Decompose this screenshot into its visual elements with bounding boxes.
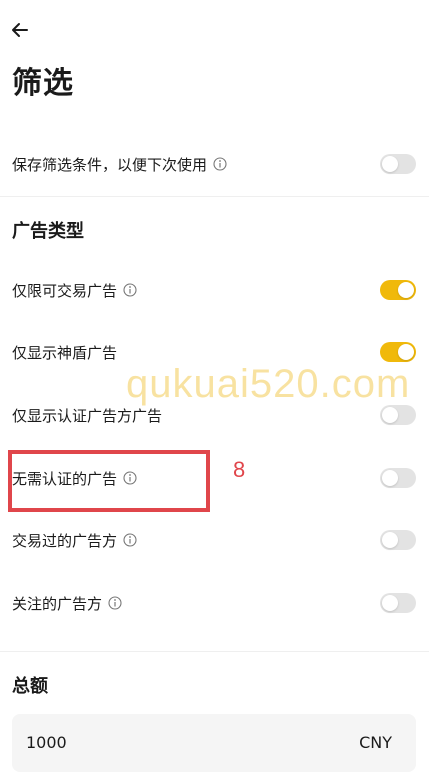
watermark: qukuai520.com	[126, 362, 411, 406]
ad-type-item-label: 关注的广告方	[12, 593, 122, 614]
info-icon[interactable]	[123, 533, 137, 547]
verified-advertiser-toggle[interactable]	[380, 405, 416, 425]
traded-advertiser-toggle[interactable]	[380, 530, 416, 550]
total-heading: 总额	[12, 676, 48, 697]
followed-advertiser-toggle[interactable]	[380, 593, 416, 613]
ad-type-item: 仅限可交易广告	[0, 270, 429, 310]
toggle-knob	[382, 532, 398, 548]
save-filter-label: 保存筛选条件，以便下次使用	[12, 154, 227, 175]
currency-label: CNY	[359, 733, 392, 752]
toggle-knob	[398, 282, 414, 298]
ad-type-item-label: 仅显示神盾广告	[12, 343, 118, 362]
save-filter-row: 保存筛选条件，以便下次使用	[0, 144, 429, 184]
toggle-knob	[382, 156, 398, 172]
divider	[0, 196, 429, 197]
back-button[interactable]	[8, 18, 32, 42]
page-title: 筛选	[12, 66, 74, 101]
toggle-knob	[382, 470, 398, 486]
annotation-number: 8	[233, 457, 246, 482]
tradable-ads-toggle[interactable]	[380, 280, 416, 300]
annotation-highlight-box	[8, 450, 210, 512]
ad-type-item-label: 仅显示认证广告方广告	[12, 406, 163, 425]
ad-type-item-label: 交易过的广告方	[12, 530, 137, 551]
toggle-knob	[398, 344, 414, 360]
ad-type-item: 关注的广告方	[0, 583, 429, 623]
ad-type-item-label: 仅限可交易广告	[12, 280, 137, 301]
info-icon[interactable]	[213, 157, 227, 171]
ad-type-heading: 广告类型	[12, 221, 84, 242]
ad-type-item: 交易过的广告方	[0, 520, 429, 560]
amount-value: 1000	[26, 733, 67, 752]
toggle-knob	[382, 407, 398, 423]
no-verification-toggle[interactable]	[380, 468, 416, 488]
shield-ads-toggle[interactable]	[380, 342, 416, 362]
toggle-knob	[382, 595, 398, 611]
info-icon[interactable]	[108, 596, 122, 610]
arrow-left-icon	[12, 23, 28, 37]
info-icon[interactable]	[123, 283, 137, 297]
save-filter-toggle[interactable]	[380, 154, 416, 174]
total-amount-input[interactable]: 1000 CNY	[12, 714, 416, 772]
divider	[0, 651, 429, 652]
